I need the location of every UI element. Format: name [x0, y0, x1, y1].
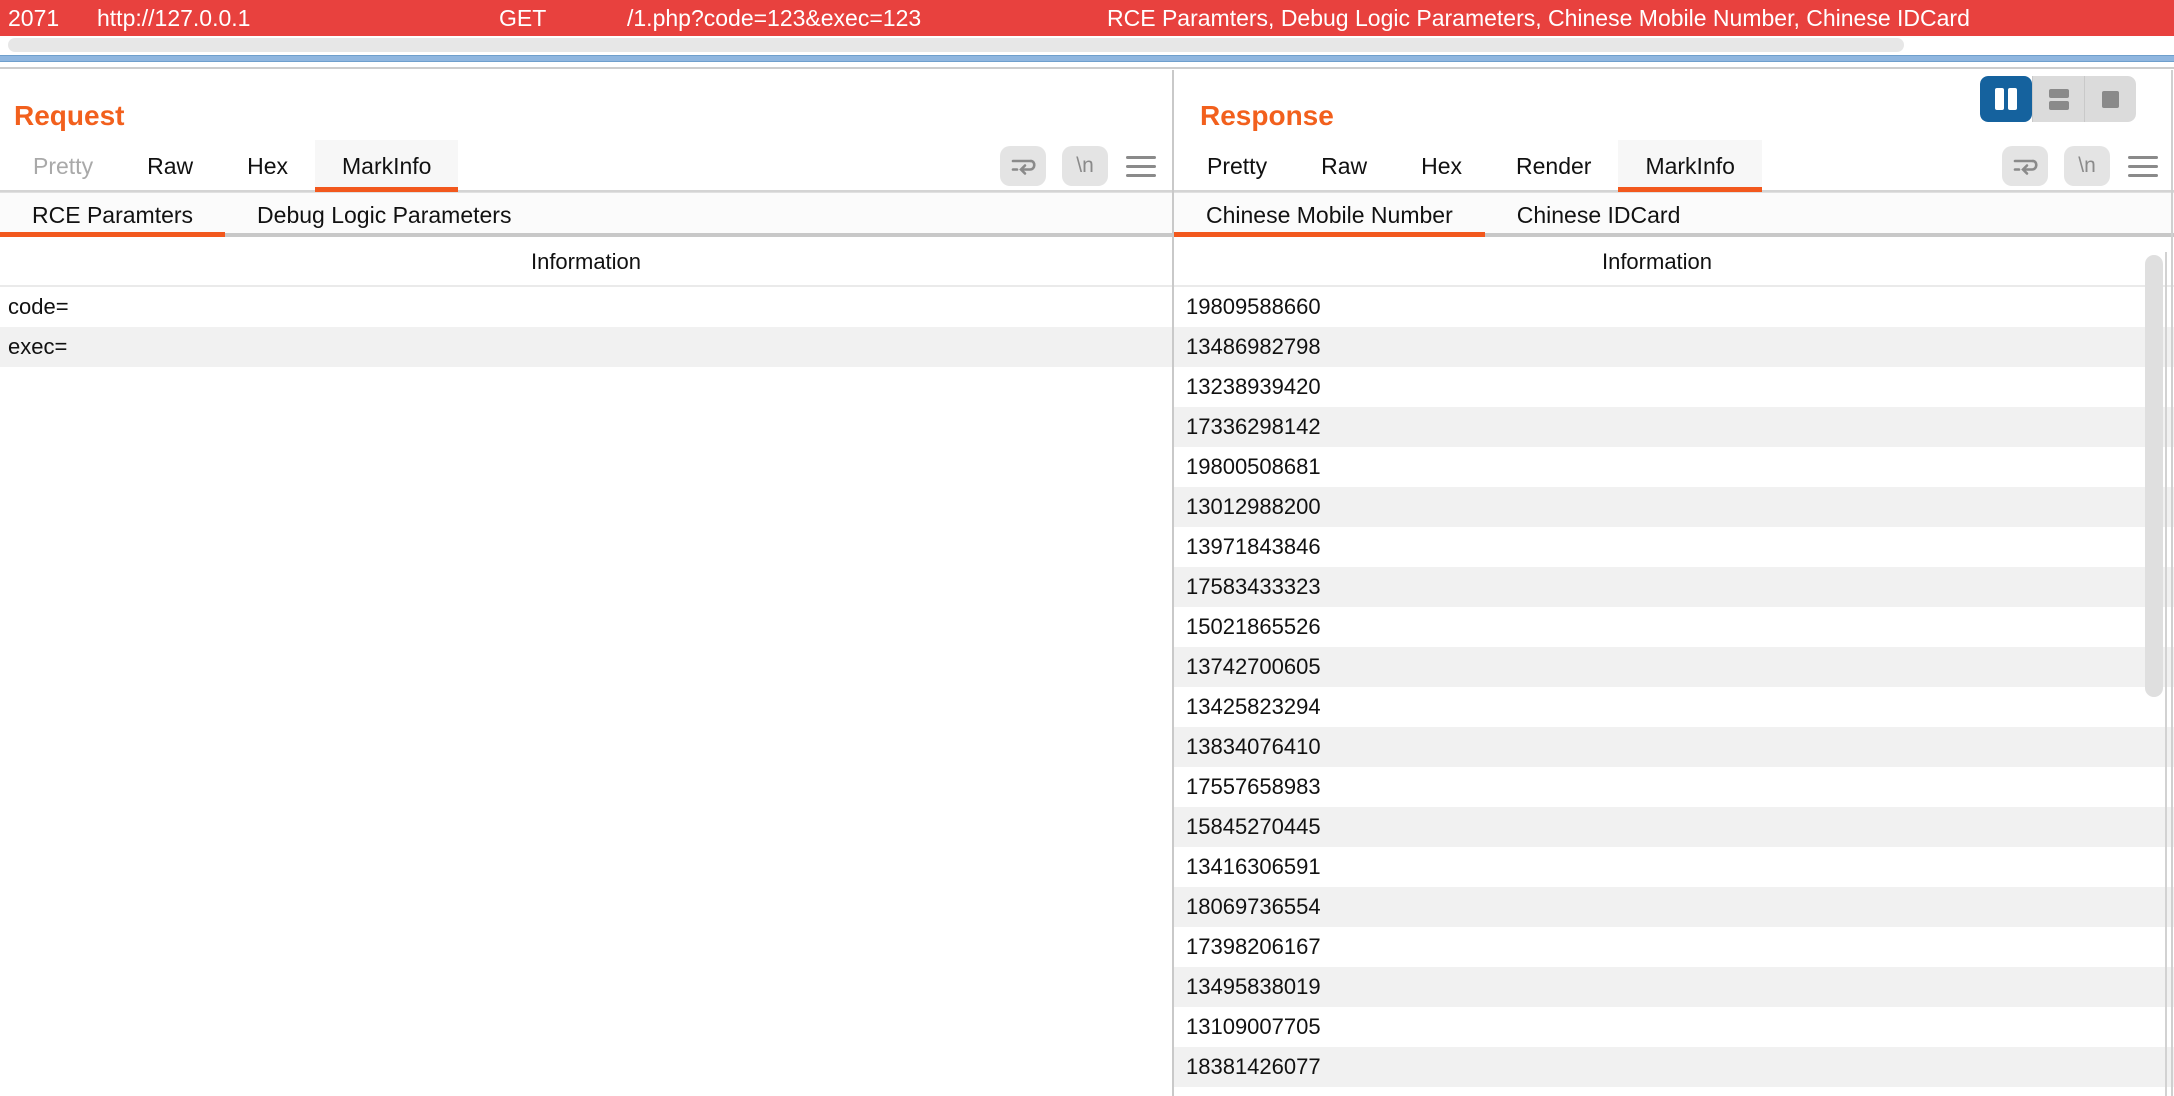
request-title: Request — [14, 100, 125, 131]
table-row[interactable]: 13425823294 — [1174, 687, 2174, 727]
table-row[interactable]: 13109007705 — [1174, 1007, 2174, 1047]
table-row[interactable]: 13742700605 — [1174, 647, 2174, 687]
table-row[interactable]: code= — [0, 287, 1172, 327]
response-subtab-chinese-idcard[interactable]: Chinese IDCard — [1485, 193, 1713, 233]
editor-menu-button[interactable] — [2126, 152, 2160, 181]
response-markinfo-subtabs: Chinese Mobile Number Chinese IDCard — [1174, 192, 2174, 237]
table-row[interactable]: 17336298142 — [1174, 407, 2174, 447]
request-table-rows: code= exec= — [0, 287, 1172, 367]
horizontal-scrollbar-thumb[interactable] — [8, 38, 1904, 52]
request-tab-bar: Pretty Raw Hex MarkInfo \n — [0, 140, 1172, 192]
table-row[interactable]: 19809588660 — [1174, 287, 2174, 327]
response-tab-tools: \n — [2002, 140, 2160, 192]
splitter-bar[interactable] — [0, 55, 2174, 62]
newline-toggle-button[interactable]: \n — [2064, 146, 2110, 186]
table-row[interactable]: 13834076410 — [1174, 727, 2174, 767]
table-row[interactable]: 13416306591 — [1174, 847, 2174, 887]
table-row[interactable]: 13012988200 — [1174, 487, 2174, 527]
request-tab-pretty[interactable]: Pretty — [6, 140, 120, 190]
request-markinfo-subtabs: RCE Paramters Debug Logic Parameters — [0, 192, 1172, 237]
wrap-lines-icon — [2012, 155, 2038, 177]
layout-view-toggle — [1980, 76, 2136, 122]
table-row[interactable]: 13495838019 — [1174, 967, 2174, 1007]
history-row-host: http://127.0.0.1 — [97, 5, 251, 31]
table-row[interactable]: 18381426077 — [1174, 1047, 2174, 1087]
table-row[interactable]: 13971843846 — [1174, 527, 2174, 567]
response-header: Response — [1174, 70, 2174, 140]
response-tab-markinfo[interactable]: MarkInfo — [1618, 140, 1763, 192]
table-row[interactable]: 13486982798 — [1174, 327, 2174, 367]
table-row[interactable]: 18069736554 — [1174, 887, 2174, 927]
newline-toggle-button[interactable]: \n — [1062, 146, 1108, 186]
table-row[interactable]: 17398206167 — [1174, 927, 2174, 967]
history-row-url: /1.php?code=123&exec=123 — [627, 5, 922, 31]
single-pane-icon — [2102, 90, 2119, 108]
menu-icon — [1126, 155, 1156, 177]
request-subtab-rce-paramters[interactable]: RCE Paramters — [0, 193, 226, 237]
split-columns-icon — [1995, 88, 2017, 110]
wrap-lines-icon — [1010, 155, 1036, 177]
response-tab-bar: Pretty Raw Hex Render MarkInfo \n — [1174, 140, 2174, 192]
view-split-rows-button[interactable] — [2032, 76, 2084, 122]
view-split-columns-button[interactable] — [1980, 76, 2032, 122]
request-tab-raw[interactable]: Raw — [120, 140, 220, 190]
history-row-tags: RCE Paramters, Debug Logic Parameters, C… — [1107, 5, 1970, 31]
history-row-id: 2071 — [8, 5, 60, 31]
table-row[interactable]: exec= — [0, 327, 1172, 367]
response-subtab-chinese-mobile-number[interactable]: Chinese Mobile Number — [1174, 193, 1485, 237]
newline-icon: \n — [2078, 154, 2096, 177]
response-tab-hex[interactable]: Hex — [1394, 140, 1489, 190]
request-tab-tools: \n — [1000, 140, 1158, 192]
response-table-rows: 19809588660 13486982798 13238939420 1733629… — [1174, 287, 2174, 1087]
table-row[interactable]: 17557658983 — [1174, 767, 2174, 807]
response-tab-render[interactable]: Render — [1489, 140, 1618, 190]
request-subtab-debug-logic-parameters[interactable]: Debug Logic Parameters — [225, 193, 543, 233]
history-row[interactable]: 2071 http://127.0.0.1 GET /1.php?code=12… — [0, 0, 2174, 36]
wrap-lines-button[interactable] — [2002, 146, 2048, 186]
history-row-method: GET — [499, 5, 547, 31]
vertical-scrollbar-thumb[interactable] — [2145, 255, 2163, 697]
history-bottom-strip — [0, 36, 2174, 70]
response-panel: Response Pretty Raw Hex Render MarkInfo … — [1174, 70, 2174, 1096]
split-rows-icon — [2048, 88, 2069, 110]
table-row[interactable]: 19800508681 — [1174, 447, 2174, 487]
table-row[interactable]: 17583433323 — [1174, 567, 2174, 607]
divider — [0, 67, 2174, 69]
table-row[interactable]: 15845270445 — [1174, 807, 2174, 847]
editor-menu-button[interactable] — [1124, 152, 1158, 181]
response-table-header: Information — [1174, 237, 2174, 287]
menu-icon — [2128, 155, 2158, 177]
response-tab-pretty[interactable]: Pretty — [1180, 140, 1294, 190]
request-tab-hex[interactable]: Hex — [220, 140, 315, 190]
scrollbar-track-line — [2165, 252, 2167, 1096]
request-table-header: Information — [0, 237, 1172, 287]
table-row[interactable]: 15021865526 — [1174, 607, 2174, 647]
panel-edge-line — [2171, 70, 2173, 1096]
view-single-pane-button[interactable] — [2084, 76, 2136, 122]
request-header: Request — [0, 70, 1172, 140]
request-panel: Request Pretty Raw Hex MarkInfo \n RCE P… — [0, 70, 1172, 1096]
response-title: Response — [1200, 100, 1334, 131]
newline-icon: \n — [1076, 154, 1094, 177]
request-tab-markinfo[interactable]: MarkInfo — [315, 140, 459, 192]
table-row[interactable]: 13238939420 — [1174, 367, 2174, 407]
wrap-lines-button[interactable] — [1000, 146, 1046, 186]
response-tab-raw[interactable]: Raw — [1294, 140, 1394, 190]
